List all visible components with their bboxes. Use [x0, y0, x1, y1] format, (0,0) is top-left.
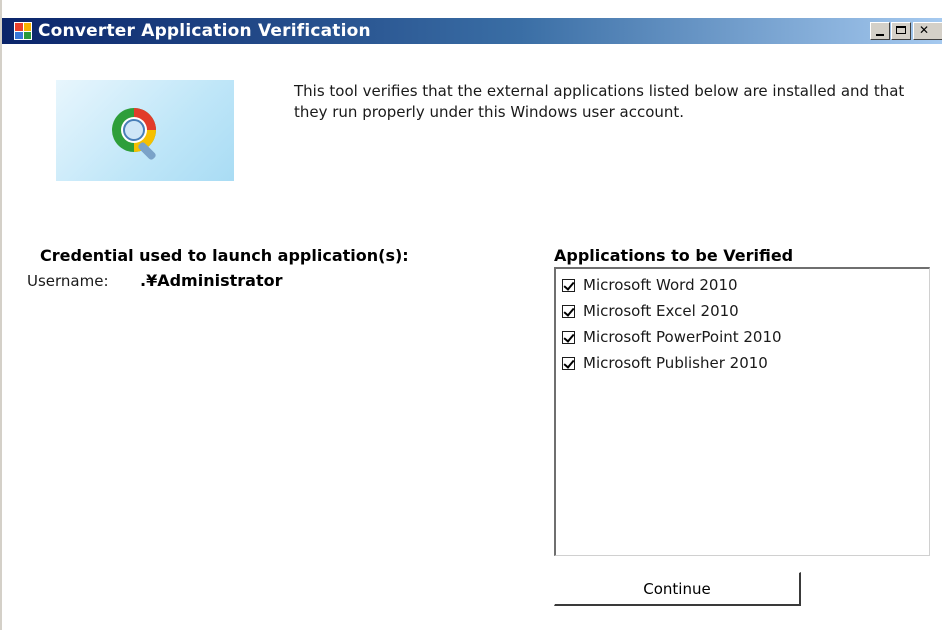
- continue-button[interactable]: Continue: [554, 572, 801, 606]
- banner-image: [56, 80, 234, 181]
- window-title: Converter Application Verification: [38, 21, 371, 41]
- list-item[interactable]: Microsoft Excel 2010: [562, 300, 739, 322]
- applications-heading: Applications to be Verified: [554, 246, 794, 265]
- app-label: Microsoft Excel 2010: [583, 302, 739, 320]
- close-button[interactable]: ✕: [913, 22, 942, 40]
- credential-heading: Credential used to launch application(s)…: [40, 246, 409, 265]
- app-label: Microsoft Word 2010: [583, 276, 738, 294]
- list-item[interactable]: Microsoft Word 2010: [562, 274, 738, 296]
- checkbox[interactable]: [562, 330, 575, 344]
- tool-description: This tool verifies that the external app…: [294, 82, 905, 121]
- checkbox[interactable]: [562, 356, 575, 370]
- app-icon[interactable]: [14, 22, 32, 40]
- applications-list[interactable]: Microsoft Word 2010 Microsoft Excel 2010…: [554, 267, 930, 556]
- username-label: Username:: [27, 272, 109, 290]
- username-value: .¥Administrator: [140, 271, 283, 290]
- window-top-edge: [2, 0, 942, 18]
- checkbox[interactable]: [562, 304, 575, 318]
- main-window: Converter Application Verification ✕ Thi…: [0, 0, 942, 630]
- checkbox[interactable]: [562, 278, 575, 292]
- minimize-button[interactable]: [870, 22, 890, 40]
- maximize-button[interactable]: [891, 22, 911, 40]
- app-label: Microsoft PowerPoint 2010: [583, 328, 782, 346]
- list-item[interactable]: Microsoft Publisher 2010: [562, 352, 768, 374]
- app-label: Microsoft Publisher 2010: [583, 354, 768, 372]
- list-item[interactable]: Microsoft PowerPoint 2010: [562, 326, 782, 348]
- magnifier-search-icon: [112, 108, 156, 160]
